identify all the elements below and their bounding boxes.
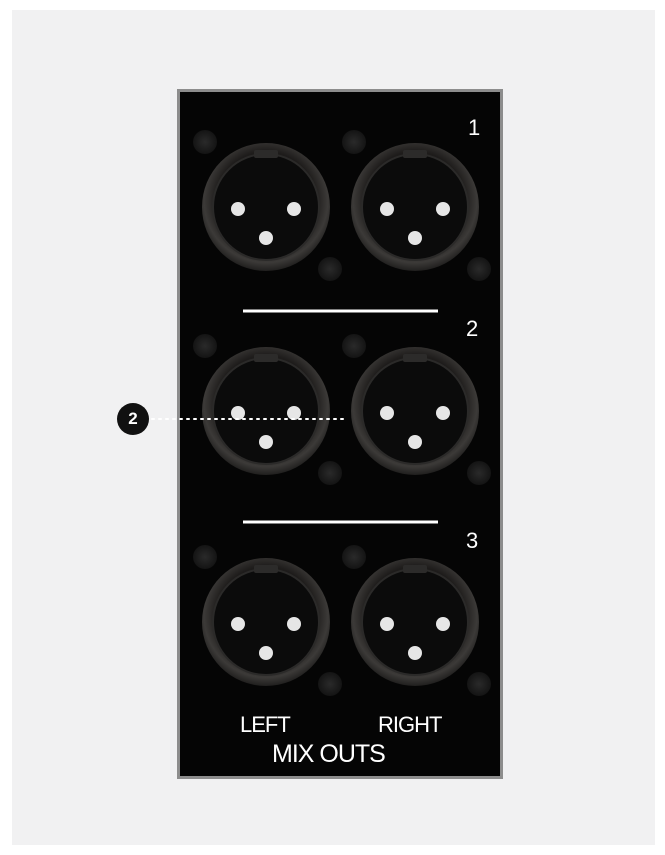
screw-icon	[467, 672, 491, 696]
pin-3	[408, 646, 422, 660]
screw-icon	[193, 334, 217, 358]
latch-notch	[254, 354, 278, 362]
pin-3	[259, 646, 273, 660]
pin-2	[287, 406, 301, 420]
xlr-connector-1-right	[342, 130, 491, 281]
panel-title: MIX OUTS	[272, 740, 386, 768]
pin-1	[380, 202, 394, 216]
latch-notch	[403, 565, 427, 573]
pin-2	[287, 202, 301, 216]
pin-3	[259, 435, 273, 449]
latch-notch	[403, 150, 427, 158]
pin-3	[408, 435, 422, 449]
pin-1	[231, 406, 245, 420]
xlr-connector-2-right	[342, 334, 491, 485]
screw-icon	[193, 130, 217, 154]
latch-notch	[254, 150, 278, 158]
group-number-3: 3	[466, 528, 479, 553]
pin-2	[436, 202, 450, 216]
screw-icon	[318, 672, 342, 696]
latch-notch	[254, 565, 278, 573]
xlr-connector-3-right	[342, 545, 491, 696]
callout-badge: 2	[117, 403, 149, 435]
pin-1	[231, 202, 245, 216]
pin-1	[380, 617, 394, 631]
group-number-2: 2	[466, 316, 479, 341]
group-number-1: 1	[468, 115, 481, 140]
pin-3	[259, 231, 273, 245]
pin-1	[231, 617, 245, 631]
screw-icon	[342, 545, 366, 569]
screw-icon	[318, 461, 342, 485]
xlr-connector-1-left	[193, 130, 342, 281]
pin-1	[380, 406, 394, 420]
screw-icon	[193, 545, 217, 569]
screw-icon	[467, 257, 491, 281]
screw-icon	[467, 461, 491, 485]
xlr-connector-3-left	[193, 545, 342, 696]
right-channel-label: RIGHT	[378, 712, 442, 737]
screw-icon	[318, 257, 342, 281]
xlr-connector-2-left	[193, 334, 342, 485]
pin-3	[408, 231, 422, 245]
latch-notch	[403, 354, 427, 362]
pin-2	[287, 617, 301, 631]
screw-icon	[342, 334, 366, 358]
pin-2	[436, 617, 450, 631]
left-channel-label: LEFT	[240, 712, 291, 737]
pin-2	[436, 406, 450, 420]
screw-icon	[342, 130, 366, 154]
connector-artwork	[151, 130, 491, 696]
